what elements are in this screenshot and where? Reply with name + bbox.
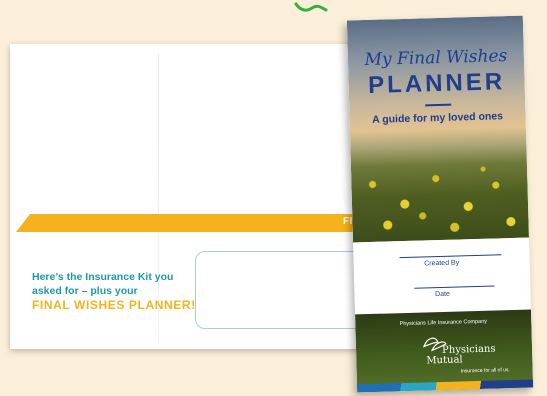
company-name: Physicians Life Insurance Company xyxy=(399,318,488,328)
created-by-label: Created By xyxy=(424,259,460,268)
pitch-line-1: Here’s the Insurance Kit you xyxy=(32,271,174,283)
date-label: Date xyxy=(435,290,451,299)
planner-booklet: My Final Wishes PLANNER A guide for my l… xyxy=(346,15,534,393)
planner-form-area: Created By Date xyxy=(353,237,531,315)
date-line xyxy=(414,285,495,289)
planner-footer: Physicians Life Insurance Company Physic… xyxy=(355,309,534,393)
created-by-line xyxy=(399,254,502,259)
mailer-pitch-text: Here’s the Insurance Kit you asked for –… xyxy=(32,270,202,298)
brand-tagline: Insurance for all of us. xyxy=(460,367,510,375)
mailer-envelope: FIR Here’s the Insurance Kit you asked f… xyxy=(10,44,397,349)
color-stripes xyxy=(357,379,534,393)
pitch-headline: FINAL WISHES PLANNER! xyxy=(32,298,196,312)
brand-name-line-2: Mutual xyxy=(426,354,463,367)
pitch-line-2: asked for – plus your xyxy=(32,285,138,297)
planner-title: PLANNER xyxy=(367,68,506,99)
flower-field xyxy=(350,155,529,243)
yellow-band xyxy=(16,214,390,232)
